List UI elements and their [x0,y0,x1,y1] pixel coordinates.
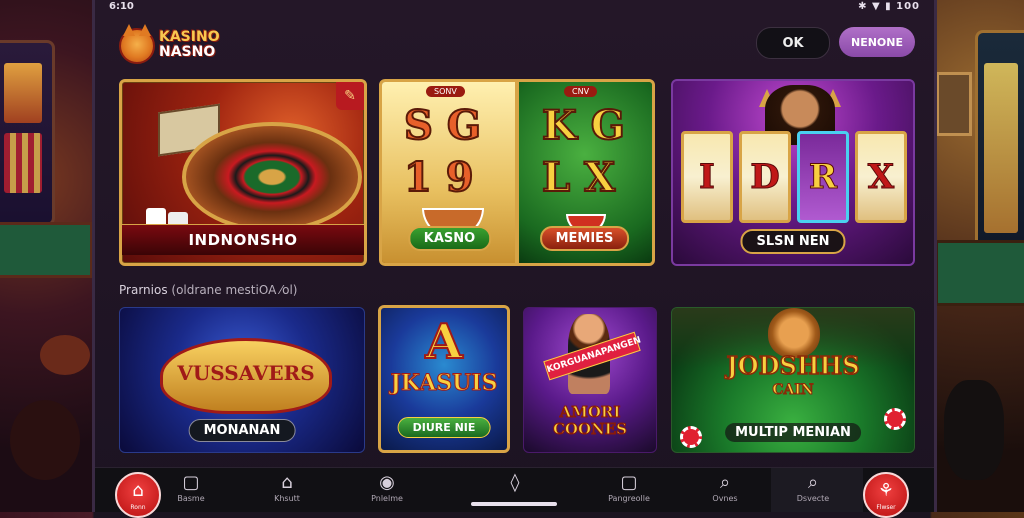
screen-icon: ▢ [182,472,200,493]
play-memies-button[interactable]: MEMIES [539,226,630,251]
slot-symbol: K G [541,102,626,149]
house-icon: ⌂ [281,472,293,493]
status-icons: ✱ ▼ ▮ 100 [858,1,920,12]
casino-chip-illustration [884,408,906,430]
logo-text-line1: KASINO [159,29,220,45]
wall-frame-illustration [936,72,972,136]
section-title: Prarnios [119,283,168,297]
game-title-button[interactable]: MONANAN [188,419,296,442]
slot-symbol: 1 9 [403,154,475,201]
tablet-icon: ▢ [620,472,638,493]
game-art-letter: A [424,313,463,371]
fox-mascot-icon [119,24,155,64]
logo-text-line2: NASNO [159,44,216,60]
nav-item[interactable]: ⌂ Khsutt [257,472,317,510]
stool-illustration [944,380,1004,480]
game-tag: CNV [564,86,598,97]
game-art-title: JKASUIS [390,370,498,397]
drop-icon: ◊ [510,472,520,493]
reel-symbol: I [681,131,733,223]
slot-machine-illustration [0,40,55,226]
nav-item[interactable]: ⌕ Dsvecte [783,472,843,510]
slot-reels: I D R X [681,131,907,223]
nav-item[interactable]: ▢ Basme [161,472,221,510]
search-icon: ⌕ [807,472,819,493]
featured-game-slots[interactable]: SONV CNV S G 1 9 K G L X KASNO MEMIES [379,79,655,266]
nav-item[interactable]: ▢ Pangreolle [599,472,659,510]
casino-table-illustration [935,240,1024,306]
app-logo[interactable]: KASINO NASNO [119,24,239,64]
slot-symbol: S G [403,102,482,149]
game-tag: SONV [426,86,465,97]
game-title-button[interactable]: DIURE NIE [397,417,491,438]
nav-item[interactable]: ◉ Pnlelme [357,472,417,510]
section-subtitle: (oldrane mestiOA ⁄ol) [171,283,298,297]
game-art-title: VUSSAVERS [160,338,332,414]
game-title: INDNONSHO [122,224,364,255]
home-indicator[interactable] [471,502,557,506]
reel-symbol: D [739,131,791,223]
home-icon: ⌂ [132,480,144,501]
nav-item[interactable]: ⌕ Ovnes [695,472,755,510]
roulette-wheel-illustration [182,122,362,232]
background-arcade-left [0,0,93,512]
status-bar: 6:10 ✱ ▼ ▮ 100 [95,0,934,16]
slot-machine-illustration [975,30,1024,256]
nav-special-button[interactable]: ⚘ Flwser [863,472,909,518]
stool-illustration [10,400,80,480]
game-title-button[interactable]: SLSN NEN [740,229,846,254]
bottom-nav: ⌂ Ronn ▢ Basme ⌂ Khsutt ◉ Pnlelme ◊ ▢ Pa… [95,467,934,518]
tablet-device: 6:10 ✱ ▼ ▮ 100 KASINO NASNO OK NENONE ✎ … [92,0,937,518]
casino-table-illustration [0,222,93,278]
background-arcade-right [935,0,1024,512]
reel-symbol: R [797,131,849,223]
game-tile[interactable]: JODSHHS CAIN MULTIP MENIAN [671,307,915,453]
nav-home-button[interactable]: ⌂ Ronn [115,472,161,518]
edit-icon[interactable]: ✎ [336,82,364,110]
game-art-title: JODSHHS [726,351,861,380]
game-tile[interactable]: A JKASUIS DIURE NIE [378,305,510,453]
reel-symbol: X [855,131,907,223]
section-heading: Prarnios (oldrane mestiOA ⁄ol) [119,283,297,297]
play-kasno-button[interactable]: KASNO [407,226,492,251]
flower-icon: ⚘ [877,480,895,501]
stool-illustration [40,335,90,375]
profile-icon: ◉ [379,472,395,493]
game-title-button[interactable]: MULTIP MENIAN [725,423,861,442]
game-tile[interactable]: VUSSAVERS MONANAN [119,307,365,453]
featured-game-roulette[interactable]: ✎ INDNONSHO [119,79,367,266]
status-time: 6:10 [109,1,134,12]
ok-button[interactable]: OK [756,27,830,59]
featured-game-reels[interactable]: I D R X SLSN NEN [671,79,915,266]
game-art-title: AMORI COONES [552,403,628,438]
menu-button[interactable]: NENONE [839,27,915,57]
search-icon: ⌕ [719,472,731,493]
game-tile[interactable]: KORGUANAPANGEN AMORI COONES [523,307,657,453]
game-art-subtitle: CAIN [772,382,814,399]
casino-chip-illustration [680,426,702,448]
slot-symbol: L X [541,154,616,201]
